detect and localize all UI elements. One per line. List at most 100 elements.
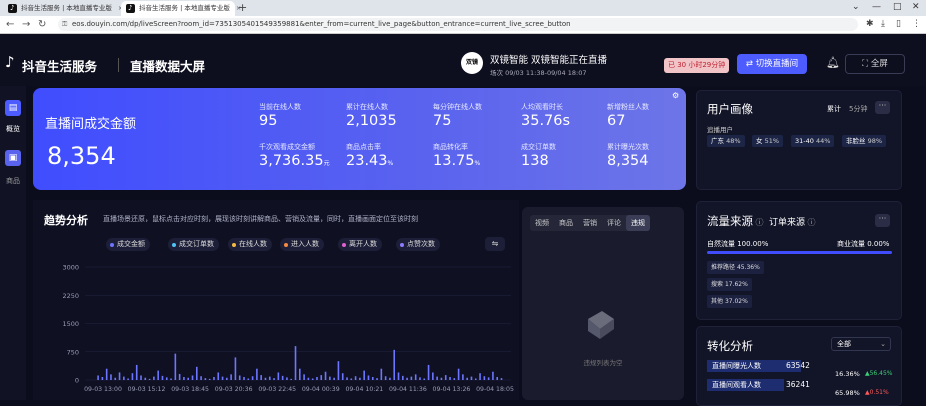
help-icon[interactable]: ⓘ [753, 218, 764, 227]
sidebar-item-overview[interactable]: 概览 [0, 124, 26, 134]
help-icon[interactable]: ⓘ [805, 218, 816, 227]
tab-five-min[interactable]: 5分钟 [849, 104, 867, 114]
settings-sliders-icon[interactable]: ⚙ [672, 91, 679, 100]
kpi-label: 千次观看成交金额 [259, 143, 315, 151]
switch-room-button[interactable]: ⇄ 切换直播间 [737, 54, 807, 74]
forward-icon[interactable]: → [22, 19, 30, 30]
traffic-row-label: 搜索 [711, 281, 724, 288]
portrait-chip: 非脸丝 98% [842, 135, 887, 147]
bar [268, 376, 271, 380]
conversion-pct: 16.36% [835, 370, 860, 378]
kpi-value: 75 [433, 113, 451, 129]
kpi-value-number: 13.75 [433, 153, 475, 169]
y-tick-label: 3000 [62, 264, 79, 272]
back-icon[interactable]: ← [6, 19, 14, 30]
select-value: 全部 [837, 340, 851, 348]
bar [324, 371, 327, 380]
sidebar-item-products[interactable]: 商品 [0, 176, 26, 186]
more-icon[interactable]: ··· [875, 101, 890, 114]
kpi-label: 每分钟在线人数 [433, 103, 482, 111]
close-window-icon[interactable]: ✕ [912, 2, 920, 12]
traffic-title[interactable]: 流量来源 ⓘ [707, 213, 764, 229]
video-tab[interactable]: 评论 [602, 215, 626, 231]
maximize-icon[interactable]: □ [893, 2, 902, 12]
conversion-value: 36241 [786, 380, 810, 389]
bar [290, 378, 293, 380]
bar [462, 374, 464, 380]
conversion-bar[interactable]: 直播间观看人数 [707, 379, 784, 391]
legend-item[interactable]: 离开人数 [338, 238, 382, 251]
download-icon[interactable]: ⤓ [881, 19, 885, 29]
bar [148, 378, 151, 380]
video-tab[interactable]: 营销 [578, 215, 602, 231]
bar [350, 378, 353, 380]
x-tick-label: 09-03 18:45 [171, 386, 209, 393]
more-icon[interactable]: ··· [875, 214, 890, 227]
bar [337, 361, 340, 380]
kpi-value-number: 67 [607, 113, 626, 129]
extensions-icon[interactable]: ✱ [866, 19, 874, 29]
chevron-down-icon[interactable]: ⌄ [852, 2, 860, 12]
video-tab[interactable]: 商品 [554, 215, 578, 231]
bar [470, 376, 473, 380]
browser-tab[interactable]: 抖音生活服务 | 本地直播专业版× [3, 1, 123, 16]
natural-traffic: 自然流量 100.00% [707, 240, 769, 248]
legend-item[interactable]: 进入人数 [280, 238, 324, 251]
kpi-label: 成交订单数 [521, 143, 556, 151]
legend-item[interactable]: 点赞次数 [396, 238, 440, 251]
y-tick-label: 0 [75, 377, 79, 385]
sidepanel-icon[interactable]: ▯ [896, 19, 901, 29]
conversion-label: 直播间曝光人数 [712, 362, 761, 370]
order-source-text: 订单来源 [769, 218, 806, 228]
tab-label: 抖音生活服务 | 本地直播专业版 [139, 4, 230, 12]
bar [406, 377, 408, 380]
bar [110, 374, 112, 380]
overview-icon[interactable]: ▤ [5, 100, 21, 116]
kpi-value-number: 3,736.35 [259, 153, 324, 169]
bar [423, 378, 426, 380]
room-status: 双镜智能 双镜智能正在直播 [490, 55, 608, 66]
traffic-row: 搜索 17.62% [707, 278, 752, 291]
bar [135, 364, 138, 380]
settings-sliders-icon[interactable]: ⇋ [485, 237, 505, 251]
bag-icon[interactable]: ▣ [5, 150, 21, 166]
kpi-value: 35.76s [521, 113, 570, 129]
fullscreen-button[interactable]: ⛶ 全屏 [845, 54, 905, 74]
tab-cumulative[interactable]: 累计 [827, 104, 841, 114]
browser-tab-active[interactable]: 抖音生活服务 | 本地直播专业版× [121, 1, 241, 16]
minimize-icon[interactable]: — [872, 2, 881, 12]
kpi-value-number: 2,1035 [346, 113, 397, 129]
page-title: 直播数据大屏 [130, 59, 206, 74]
live-timer-badge: 已 30 小时29分钟 [664, 58, 730, 73]
bar [217, 372, 220, 380]
trend-subtitle: 直播场景还原，鼠标点击对应时刻，展现该时刻讲解商品、营销及流量，同时，直播画面定… [103, 215, 418, 223]
conversion-select[interactable]: 全部 ⌄ [831, 337, 891, 351]
new-tab-icon[interactable]: + [238, 1, 247, 14]
kpi-value-unit: 元 [323, 160, 330, 167]
bar [243, 376, 245, 380]
order-source-title[interactable]: 订单来源 ⓘ [769, 215, 816, 228]
video-tab[interactable]: 违规 [626, 215, 650, 231]
url-input[interactable]: ⚿ eos.douyin.com/dp/liveScreen?room_id=73… [58, 18, 858, 31]
bar [191, 375, 194, 380]
portrait-title: 用户画像 [707, 102, 753, 116]
bar [311, 378, 314, 380]
legend-item[interactable]: 成交订单数 [168, 238, 219, 251]
fullscreen-label: 全屏 [870, 59, 888, 69]
chevron-down-icon: ⌄ [880, 340, 886, 348]
legend-item[interactable]: 在线人数 [228, 238, 272, 251]
bar [419, 377, 421, 380]
video-tab[interactable]: 视频 [530, 215, 554, 231]
trend-chart[interactable]: 3000 2250 1500 750 0 09-03 13:00 09-03 15:12 09… [33, 255, 519, 400]
legend-item[interactable]: 成交金额 [106, 238, 150, 251]
bar [359, 377, 361, 380]
kpi-value: 138 [521, 153, 549, 169]
bar [174, 353, 177, 380]
menu-dots-icon[interactable]: ⋮ [912, 19, 921, 29]
kpi-value: 67 [607, 113, 625, 129]
bell-icon[interactable]: 🔔︎ [826, 56, 840, 69]
kpi-value: 2,1035 [346, 113, 397, 129]
kpi-value: 8,354 [607, 153, 649, 169]
reload-icon[interactable]: ↻ [38, 19, 46, 30]
douyin-logo-icon: ♪ [5, 53, 15, 71]
